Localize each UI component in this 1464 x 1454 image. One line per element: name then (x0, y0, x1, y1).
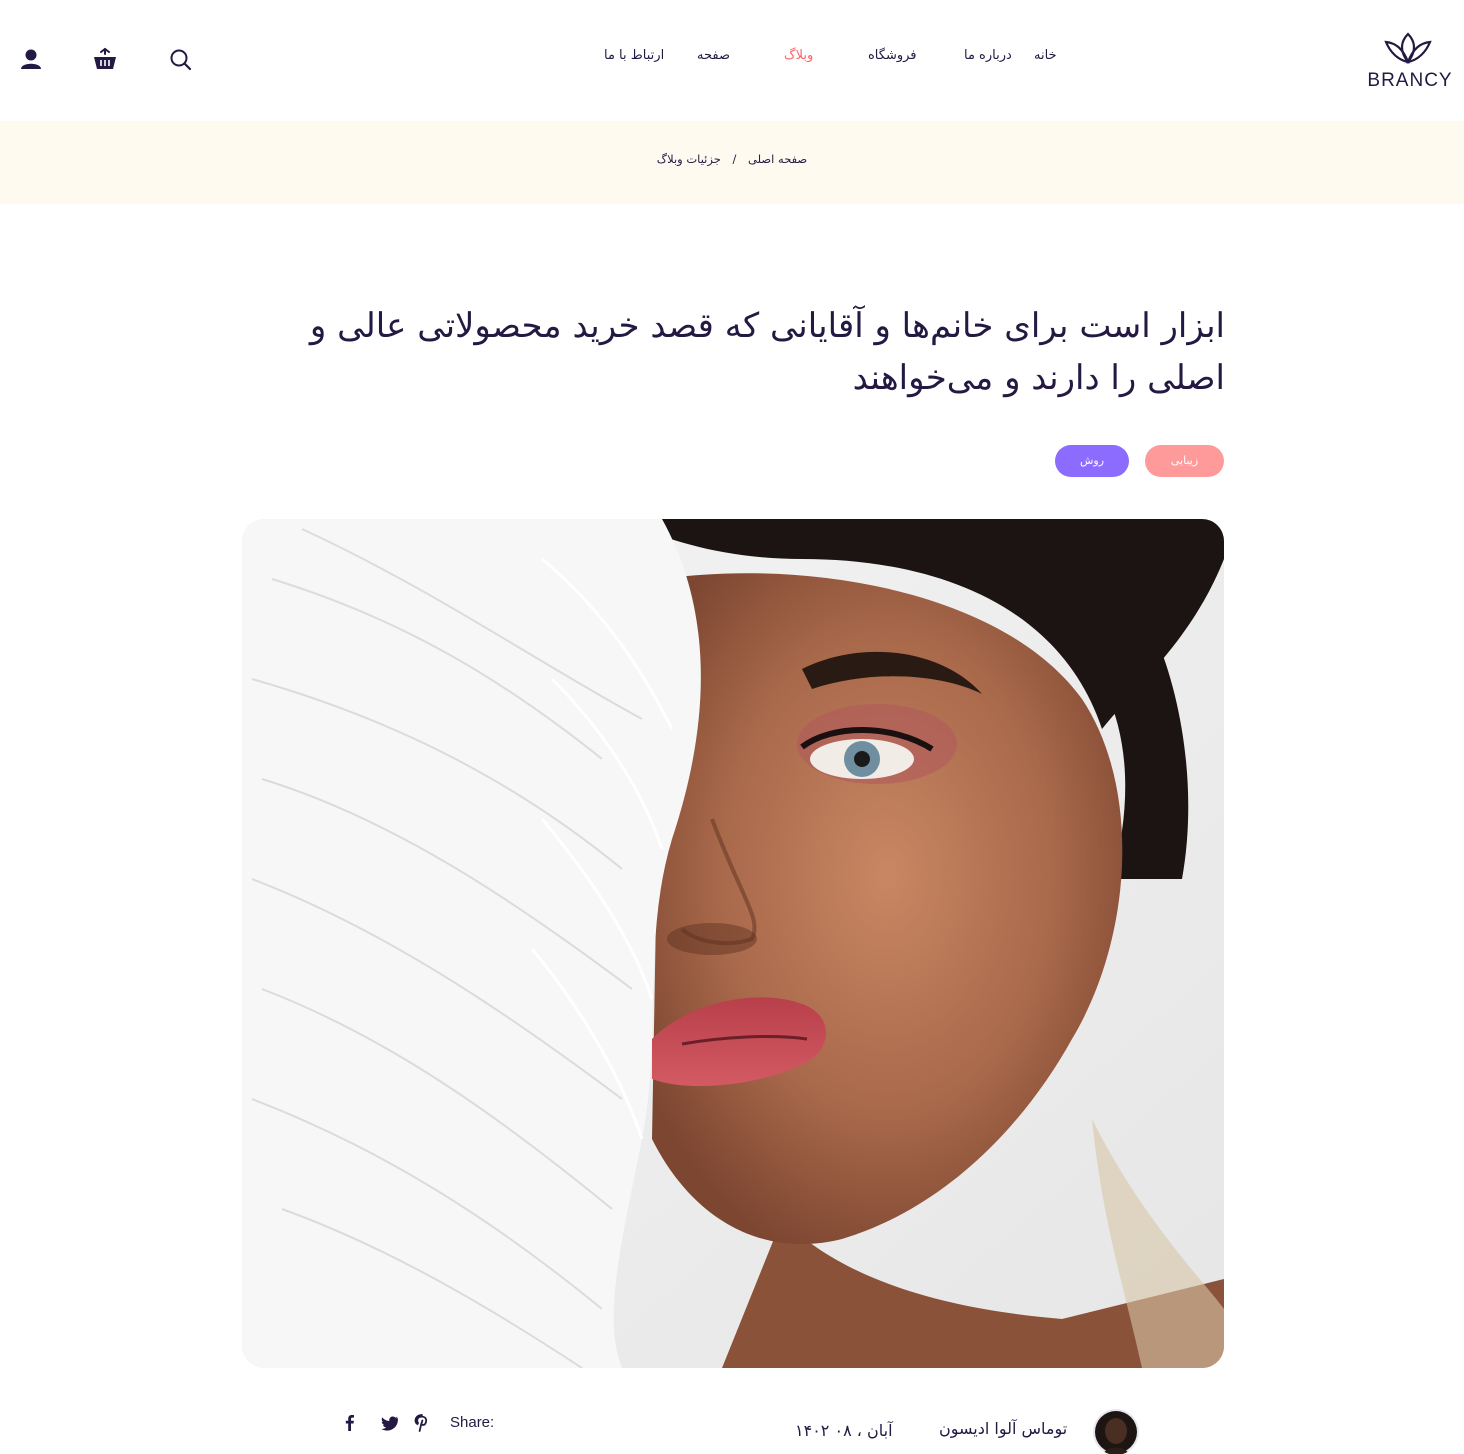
user-icon[interactable] (16, 44, 46, 74)
post-date: آبان ، ۰۸ ۱۴۰۲ (795, 1421, 893, 1440)
breadcrumb-separator: / (732, 152, 737, 166)
nav-about[interactable]: درباره ما (964, 48, 1012, 63)
nav-home[interactable]: خانه (1034, 48, 1057, 63)
nav-contact[interactable]: ارتباط با ما (604, 48, 664, 63)
share-label: Share: (450, 1414, 495, 1431)
brand-logo[interactable]: BRANCY (1360, 26, 1456, 96)
nav-shop[interactable]: فروشگاه (868, 48, 917, 63)
post-hero-image (242, 519, 1224, 1368)
nav-page[interactable]: صفحه (697, 48, 730, 63)
basket-icon[interactable] (90, 44, 120, 74)
facebook-icon[interactable] (340, 1413, 360, 1433)
breadcrumb: صفحه اصلی / جزئیات وبلاگ (0, 152, 1464, 166)
author-name[interactable]: توماس آلوا ادیسون (939, 1419, 1067, 1438)
twitter-icon[interactable] (380, 1413, 400, 1433)
pinterest-icon[interactable] (412, 1413, 432, 1433)
breadcrumb-current: جزئیات وبلاگ (656, 152, 721, 166)
search-icon[interactable] (166, 44, 196, 74)
author-avatar[interactable] (1093, 1409, 1139, 1454)
tag-method[interactable]: روش (1055, 445, 1129, 477)
post-title: ابزار است برای خانم‌ها و آقایانی که قصد … (309, 306, 1225, 398)
brand-name: BRANCY (1367, 70, 1453, 91)
nav-blog[interactable]: وبلاگ (784, 48, 813, 63)
site-header: BRANCY خانه درباره ما فروشگاه وبلاگ صفحه… (0, 0, 1464, 120)
lotus-icon (1384, 32, 1432, 64)
breadcrumb-home[interactable]: صفحه اصلی (748, 152, 807, 166)
tag-beauty[interactable]: زیبایی (1145, 445, 1224, 477)
